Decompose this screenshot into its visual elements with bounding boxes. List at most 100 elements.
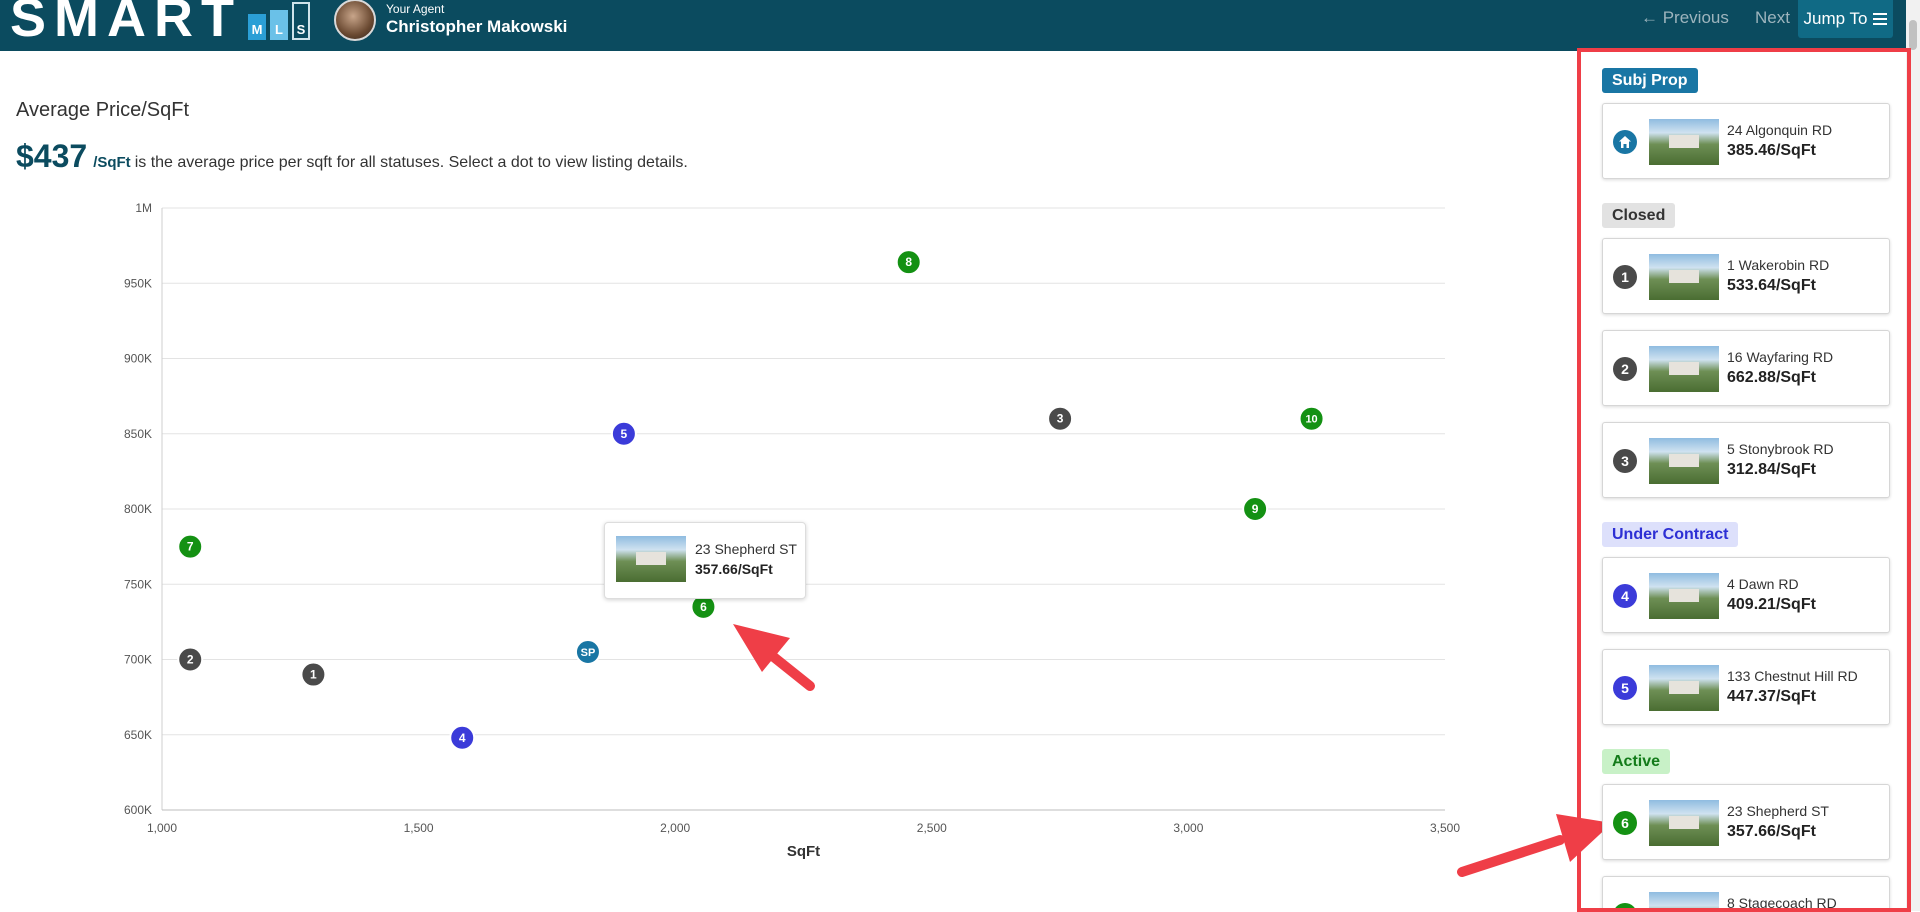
listing-card-under-contract-5[interactable]: 5 133 Chestnut Hill RD 447.37/SqFt (1602, 649, 1890, 725)
average-price-value: $437 (16, 138, 88, 174)
listing-photo (1649, 438, 1719, 484)
listing-price-per-sqft: 662.88/SqFt (1727, 369, 1816, 386)
data-point-10[interactable]: 10 (1298, 405, 1325, 432)
x-tick-label: 3,000 (1173, 821, 1203, 835)
data-point-label: 6 (700, 600, 707, 614)
listing-address: 24 Algonquin RD (1727, 122, 1833, 138)
agent-info[interactable]: Your Agent Christopher Makowski (334, 0, 568, 41)
listing-photo (1649, 254, 1719, 300)
logo-mls-mark: M L S (247, 2, 310, 40)
listing-tooltip[interactable]: 23 Shepherd ST 357.66/SqFt (604, 522, 806, 599)
y-tick-label: 600K (124, 803, 152, 817)
x-axis-label: SqFt (787, 843, 820, 860)
data-point-9[interactable]: 9 (1242, 496, 1269, 522)
listing-address: 23 Shepherd ST (1727, 803, 1829, 819)
listing-price-per-sqft: 385.46/SqFt (1727, 142, 1816, 159)
agent-role: Your Agent (386, 1, 445, 16)
listing-photo (1649, 119, 1719, 165)
page-scrollbar-thumb[interactable] (1909, 20, 1917, 50)
listing-photo (1649, 346, 1719, 392)
x-tick-label: 1,500 (404, 821, 434, 835)
listing-photo (616, 536, 686, 582)
y-tick-label: 950K (124, 276, 152, 290)
listing-card-closed-2[interactable]: 2 16 Wayfaring RD 662.88/SqFt (1602, 330, 1890, 406)
data-point-sp[interactable]: SP (574, 638, 601, 665)
data-point-label: 9 (1252, 502, 1259, 516)
listing-number-marker: 7 (1613, 903, 1637, 908)
average-summary: $437 /SqFt is the average price per sqft… (16, 138, 688, 175)
listing-number-marker: 1 (1613, 265, 1637, 289)
data-point-8[interactable]: 8 (895, 249, 922, 276)
x-tick-label: 1,000 (147, 821, 177, 835)
y-tick-label: 800K (124, 502, 152, 516)
listing-price-per-sqft: 312.84/SqFt (1727, 461, 1816, 478)
previous-button[interactable]: ← Previous (1641, 8, 1729, 28)
badge-closed: Closed (1602, 203, 1676, 228)
listing-photo (1649, 573, 1719, 619)
data-point-label: 1 (310, 668, 317, 682)
data-point-1[interactable]: 1 (300, 661, 327, 688)
listing-number-marker: 6 (1613, 811, 1637, 835)
data-point-label: 2 (187, 653, 194, 667)
data-point-label: 10 (1305, 414, 1317, 426)
data-point-7[interactable]: 7 (177, 533, 204, 560)
agent-name: Christopher Makowski (386, 16, 568, 36)
listing-card-under-contract-4[interactable]: 4 4 Dawn RD 409.21/SqFt (1602, 557, 1890, 633)
tooltip-address: 23 Shepherd ST (695, 541, 797, 557)
y-tick-label: 750K (124, 577, 152, 591)
listing-card-active-7[interactable]: 7 8 Stagecoach RD (1602, 876, 1890, 908)
listing-card-active-6[interactable]: 6 23 Shepherd ST 357.66/SqFt (1602, 784, 1890, 860)
agent-avatar (334, 0, 376, 41)
average-price-unit: /SqFt (93, 154, 131, 171)
jump-to-label: Jump To (1803, 9, 1868, 28)
logo-mls-l: L (269, 10, 288, 40)
listings-sidebar: Subj Prop 24 Algonquin RD 385.46/SqFt Cl… (1577, 48, 1907, 908)
tooltip-price-per-sqft: 357.66/SqFt (695, 561, 773, 577)
listing-address: 1 Wakerobin RD (1727, 257, 1830, 273)
y-tick-label: 1M (135, 201, 152, 215)
listing-card-subject[interactable]: 24 Algonquin RD 385.46/SqFt (1602, 103, 1890, 179)
data-point-2[interactable]: 2 (177, 646, 204, 673)
data-point-label: SP (581, 647, 596, 659)
listing-address: 133 Chestnut Hill RD (1727, 668, 1858, 684)
listing-number-marker: 2 (1613, 357, 1637, 381)
logo-wordmark: SMART (10, 0, 242, 48)
listing-number-marker: 3 (1613, 449, 1637, 473)
data-point-label: 7 (187, 540, 194, 554)
listing-card-closed-3[interactable]: 3 5 Stonybrook RD 312.84/SqFt (1602, 422, 1890, 498)
logo-mls-m: M (247, 14, 266, 40)
data-point-4[interactable]: 4 (449, 724, 476, 751)
listing-address: 8 Stagecoach RD (1727, 895, 1837, 908)
data-point-5[interactable]: 5 (610, 420, 637, 447)
listing-number-marker: 4 (1613, 584, 1637, 608)
section-title: Average Price/SqFt (16, 99, 190, 121)
jump-to-button[interactable]: Jump To (1798, 0, 1893, 38)
listing-photo (1649, 665, 1719, 711)
listing-address: 4 Dawn RD (1727, 576, 1799, 592)
y-tick-label: 700K (124, 653, 152, 667)
listing-address: 5 Stonybrook RD (1727, 441, 1834, 457)
listing-card-closed-1[interactable]: 1 1 Wakerobin RD 533.64/SqFt (1602, 238, 1890, 314)
hamburger-menu-icon (1873, 10, 1888, 28)
listing-price-per-sqft: 533.64/SqFt (1727, 277, 1816, 294)
listing-price-per-sqft: 409.21/SqFt (1727, 596, 1816, 613)
page-scrollbar[interactable] (1906, 0, 1920, 911)
data-point-3[interactable]: 3 (1047, 405, 1074, 432)
y-tick-label: 900K (124, 352, 152, 366)
x-tick-label: 2,000 (660, 821, 690, 835)
data-point-label: 3 (1057, 412, 1064, 426)
data-point-label: 5 (621, 427, 628, 441)
listing-number-marker: 5 (1613, 676, 1637, 700)
y-tick-label: 850K (124, 427, 152, 441)
badge-subject-property: Subj Prop (1602, 68, 1698, 93)
listing-address: 16 Wayfaring RD (1727, 349, 1834, 365)
x-tick-label: 2,500 (917, 821, 947, 835)
listing-photo (1649, 800, 1719, 846)
smartmls-logo[interactable]: SMART M L S (10, 0, 310, 48)
listing-photo (1649, 892, 1719, 908)
listing-price-per-sqft: 357.66/SqFt (1727, 823, 1816, 840)
top-navbar: SMART M L S Your Agent Christopher Makow… (0, 0, 1920, 51)
badge-under-contract: Under Contract (1602, 522, 1739, 547)
logo-mls-s: S (291, 2, 310, 40)
x-tick-label: 3,500 (1430, 821, 1460, 835)
